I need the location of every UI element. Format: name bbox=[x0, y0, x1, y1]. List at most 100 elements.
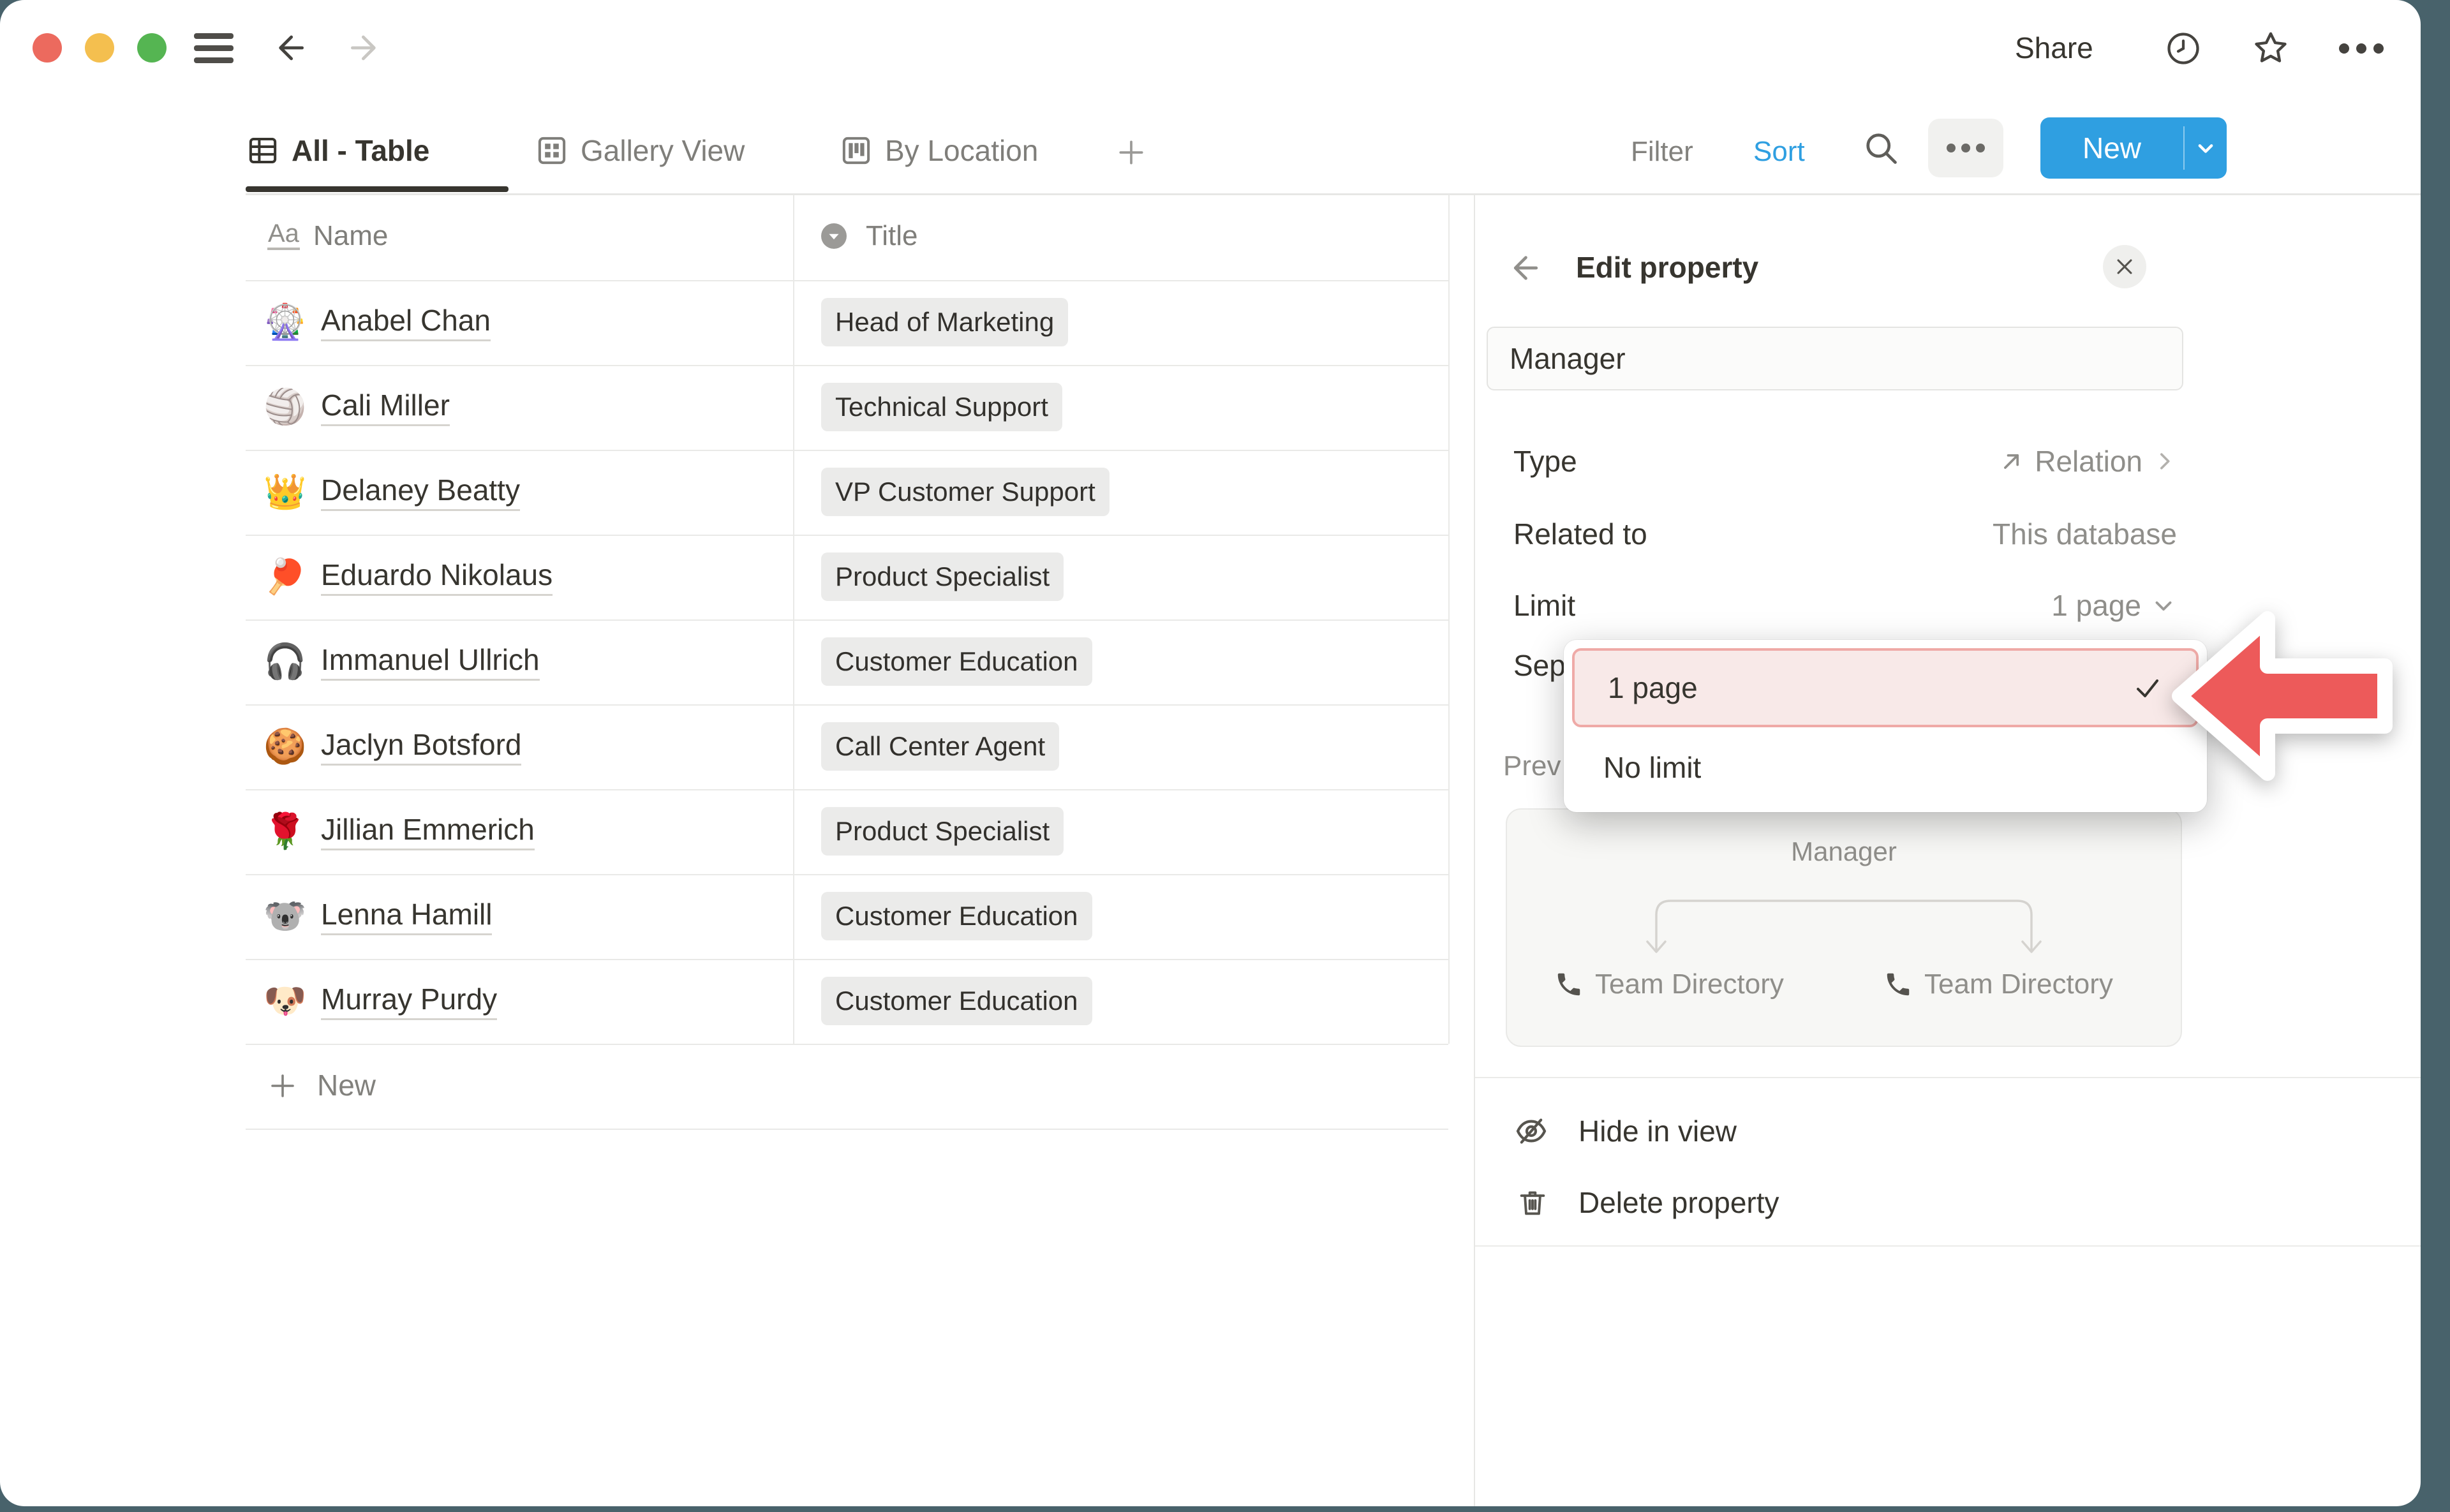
add-view-plus-icon[interactable] bbox=[1115, 137, 1147, 168]
row-emoji-icon: 🏓 bbox=[264, 558, 306, 596]
property-label: Type bbox=[1513, 443, 1577, 480]
row-emoji-icon: 🏐 bbox=[264, 388, 306, 426]
more-options-icon[interactable] bbox=[2336, 40, 2387, 57]
search-icon[interactable] bbox=[1862, 129, 1900, 167]
row-name-link[interactable]: Anabel Chan bbox=[321, 303, 491, 341]
preview-connector bbox=[1645, 888, 2043, 963]
panel-section-divider bbox=[1475, 1077, 2421, 1078]
row-name-link[interactable]: Immanuel Ullrich bbox=[321, 642, 540, 681]
property-value: This database bbox=[1993, 515, 2177, 552]
row-emoji-icon: 🎧 bbox=[264, 642, 306, 681]
table-row[interactable]: 🍪 Jaclyn Botsford Call Center Agent bbox=[246, 704, 1448, 790]
tab-by-location[interactable]: By Location bbox=[839, 130, 1038, 171]
property-row-limit[interactable]: Limit 1 page bbox=[1513, 583, 2177, 629]
tab-label: By Location bbox=[885, 133, 1038, 168]
table-row[interactable]: 🌹 Jillian Emmerich Product Specialist bbox=[246, 789, 1448, 875]
sort-button[interactable]: Sort bbox=[1753, 134, 1805, 170]
limit-dropdown-menu: 1 page No limit bbox=[1564, 640, 2207, 812]
row-title-chip[interactable]: Customer Education bbox=[821, 892, 1092, 940]
tab-all-table[interactable]: All - Table bbox=[246, 130, 429, 171]
row-name-link[interactable]: Jaclyn Botsford bbox=[321, 727, 521, 766]
row-name-link[interactable]: Cali Miller bbox=[321, 388, 450, 426]
pointer-arrow-annotation bbox=[2171, 606, 2395, 786]
table-row[interactable]: 🏓 Eduardo Nikolaus Product Specialist bbox=[246, 535, 1448, 621]
property-value: 1 page bbox=[2051, 587, 2141, 624]
row-title-chip[interactable]: Product Specialist bbox=[821, 807, 1064, 856]
new-button[interactable]: New bbox=[2040, 117, 2227, 179]
table-row[interactable]: 🐨 Lenna Hamill Customer Education bbox=[246, 874, 1448, 960]
preview-child-label: Team Directory bbox=[1595, 968, 1784, 1000]
gallery-view-icon bbox=[535, 133, 569, 168]
delete-property-button[interactable]: Delete property bbox=[1516, 1184, 1779, 1221]
board-view-icon bbox=[839, 133, 873, 168]
panel-close-button[interactable] bbox=[2103, 245, 2146, 288]
property-value: Relation bbox=[2035, 443, 2142, 480]
row-emoji-icon: 👑 bbox=[264, 473, 306, 511]
row-title-chip[interactable]: Technical Support bbox=[821, 383, 1062, 431]
row-emoji-icon: 🐨 bbox=[264, 897, 306, 935]
new-row-button[interactable]: New bbox=[246, 1044, 1448, 1130]
row-name-link[interactable]: Murray Purdy bbox=[321, 982, 497, 1020]
updates-clock-icon[interactable] bbox=[2164, 29, 2202, 68]
panel-bottom-divider bbox=[1475, 1245, 2421, 1247]
row-title-chip[interactable]: Customer Education bbox=[821, 637, 1092, 686]
table-row[interactable]: 🎧 Immanuel Ullrich Customer Education bbox=[246, 619, 1448, 706]
column-header-name[interactable]: Name bbox=[313, 218, 388, 254]
row-title-chip[interactable]: Customer Education bbox=[821, 977, 1092, 1025]
column-header-title[interactable]: Title bbox=[866, 218, 918, 254]
row-emoji-icon: 🎡 bbox=[264, 303, 306, 341]
hide-in-view-button[interactable]: Hide in view bbox=[1513, 1113, 1737, 1150]
column-divider[interactable] bbox=[1448, 195, 1450, 1044]
action-label: Hide in view bbox=[1578, 1113, 1737, 1150]
traffic-light-close[interactable] bbox=[33, 33, 62, 63]
select-property-icon bbox=[819, 221, 849, 251]
row-title-chip[interactable]: Head of Marketing bbox=[821, 298, 1068, 346]
eye-off-icon bbox=[1513, 1113, 1549, 1149]
relation-arrow-icon bbox=[1998, 447, 2026, 475]
dropdown-option-no-limit[interactable]: No limit bbox=[1572, 736, 2199, 803]
property-label: Limit bbox=[1513, 587, 1575, 624]
favorite-star-icon[interactable] bbox=[2251, 28, 2290, 68]
traffic-light-zoom[interactable] bbox=[137, 33, 167, 63]
column-divider[interactable] bbox=[793, 195, 794, 1044]
table-row[interactable]: 👑 Delaney Beatty VP Customer Support bbox=[246, 450, 1448, 536]
option-label: 1 page bbox=[1608, 651, 1698, 725]
view-options-button[interactable] bbox=[1928, 119, 2003, 177]
row-name-link[interactable]: Delaney Beatty bbox=[321, 473, 520, 511]
row-name-link[interactable]: Jillian Emmerich bbox=[321, 812, 535, 850]
ellipsis-icon bbox=[1945, 142, 1987, 154]
panel-back-icon[interactable] bbox=[1506, 250, 1541, 286]
sidebar-menu-icon[interactable] bbox=[193, 32, 237, 65]
new-button-label[interactable]: New bbox=[2040, 117, 2183, 179]
property-row-type[interactable]: Type Relation bbox=[1513, 439, 2177, 485]
row-name-link[interactable]: Eduardo Nikolaus bbox=[321, 558, 553, 596]
table-row[interactable]: 🏐 Cali Miller Technical Support bbox=[246, 365, 1448, 451]
row-title-chip[interactable]: Product Specialist bbox=[821, 552, 1064, 601]
filter-button[interactable]: Filter bbox=[1631, 134, 1693, 170]
new-dropdown-chevron-icon[interactable] bbox=[2185, 117, 2227, 179]
property-row-related-to[interactable]: Related to This database bbox=[1513, 512, 2177, 558]
share-button[interactable]: Share bbox=[2015, 30, 2093, 66]
tab-gallery-view[interactable]: Gallery View bbox=[535, 130, 745, 171]
table-row[interactable]: 🐶 Murray Purdy Customer Education bbox=[246, 959, 1448, 1045]
back-arrow-icon[interactable] bbox=[271, 29, 308, 66]
action-label: Delete property bbox=[1578, 1184, 1779, 1221]
chevron-right-icon bbox=[2151, 448, 2177, 474]
active-tab-underline bbox=[246, 186, 509, 192]
dropdown-option-1-page[interactable]: 1 page bbox=[1572, 648, 2199, 727]
property-name-input[interactable]: Manager bbox=[1487, 327, 2183, 390]
traffic-light-minimize[interactable] bbox=[85, 33, 114, 63]
preview-label-partial: Prev bbox=[1503, 748, 1561, 785]
row-emoji-icon: 🐶 bbox=[264, 982, 306, 1020]
trash-icon bbox=[1516, 1186, 1549, 1219]
table-row[interactable]: 🎡 Anabel Chan Head of Marketing bbox=[246, 280, 1448, 366]
row-title-chip[interactable]: VP Customer Support bbox=[821, 468, 1110, 516]
row-title-chip[interactable]: Call Center Agent bbox=[821, 722, 1059, 771]
row-name-link[interactable]: Lenna Hamill bbox=[321, 897, 492, 935]
preview-child-right: Team Directory bbox=[1883, 968, 2113, 1000]
preview-child-label: Team Directory bbox=[1924, 968, 2113, 1000]
property-label: Related to bbox=[1513, 515, 1647, 552]
preview-parent-label: Manager bbox=[1507, 836, 2181, 867]
forward-arrow-icon[interactable] bbox=[347, 29, 384, 66]
text-property-icon: Aa bbox=[267, 219, 300, 250]
